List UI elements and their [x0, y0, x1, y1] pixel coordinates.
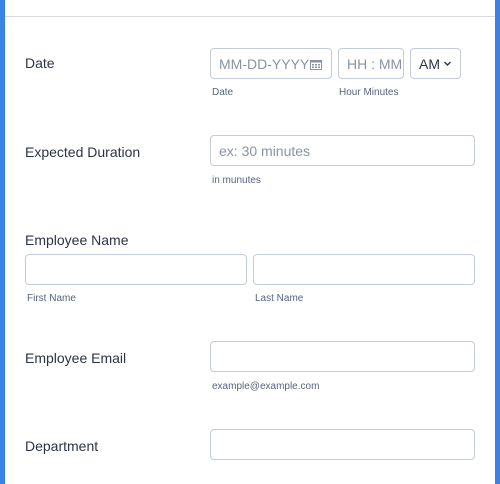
time-input[interactable]: HH : MM: [338, 48, 404, 79]
employee-email-label: Employee Email: [25, 350, 127, 366]
time-placeholder: HH : MM: [347, 56, 403, 72]
time-sublabel: Hour Minutes: [339, 87, 399, 98]
date-sublabel: Date: [212, 87, 234, 98]
first-name-input[interactable]: [25, 254, 247, 285]
email-sublabel: example@example.com: [212, 381, 320, 392]
ampm-value: AM: [419, 56, 440, 72]
first-name-sublabel: First Name: [27, 293, 76, 304]
employee-name-label: Employee Name: [25, 232, 129, 248]
email-input[interactable]: [210, 341, 475, 372]
department-input[interactable]: [210, 429, 475, 460]
last-name-sublabel: Last Name: [255, 293, 304, 304]
form-card: Date MM-DD-YYYY Date HH : MM Hour Minute…: [5, 0, 495, 484]
duration-label: Expected Duration: [25, 144, 141, 160]
duration-placeholder: ex: 30 minutes: [219, 143, 311, 159]
date-placeholder: MM-DD-YYYY: [219, 56, 310, 72]
last-name-input[interactable]: [253, 254, 475, 285]
date-label: Date: [25, 55, 55, 71]
duration-input[interactable]: ex: 30 minutes: [210, 135, 475, 166]
calendar-icon[interactable]: [310, 59, 322, 70]
department-label: Department: [25, 438, 99, 454]
duration-sublabel: in munutes: [212, 175, 261, 186]
top-divider: [5, 16, 495, 17]
ampm-select[interactable]: AM: [410, 48, 461, 79]
date-input[interactable]: MM-DD-YYYY: [210, 48, 332, 79]
chevron-down-icon: [444, 61, 451, 66]
